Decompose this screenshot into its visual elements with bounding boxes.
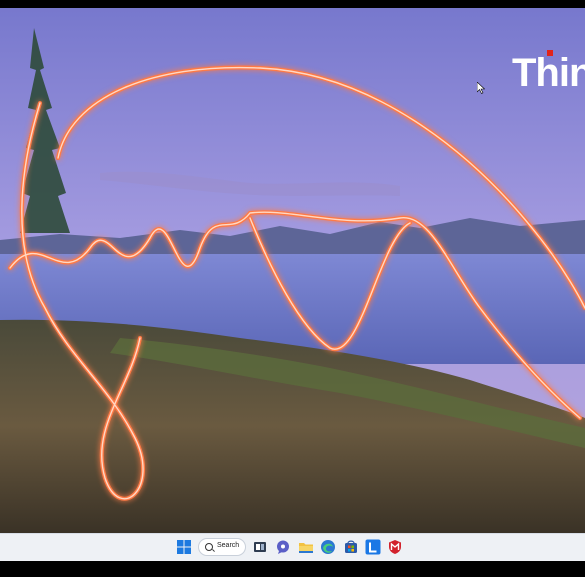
lenovo-vantage-icon[interactable] [365,539,381,555]
task-view-icon[interactable] [252,539,268,555]
search-label: Search [217,542,240,549]
logo-red-dot [547,50,553,56]
monitor-frame: ThinkC Search [0,0,585,577]
edge-browser-icon[interactable] [320,539,336,555]
monitor-bezel [0,561,585,577]
taskbar-search-box[interactable]: Search [198,538,246,556]
mouse-cursor-icon [477,82,485,94]
store-icon[interactable] [343,539,359,555]
desktop-wallpaper [0,8,585,533]
mcafee-icon[interactable] [387,539,403,555]
desktop[interactable]: ThinkC [0,8,585,533]
chat-icon[interactable] [275,539,291,555]
taskbar: Search [0,533,585,561]
thinkcentre-logo: ThinkC [512,50,585,95]
file-explorer-icon[interactable] [298,539,314,555]
search-icon [205,543,213,551]
windows-start-icon[interactable] [176,539,192,555]
